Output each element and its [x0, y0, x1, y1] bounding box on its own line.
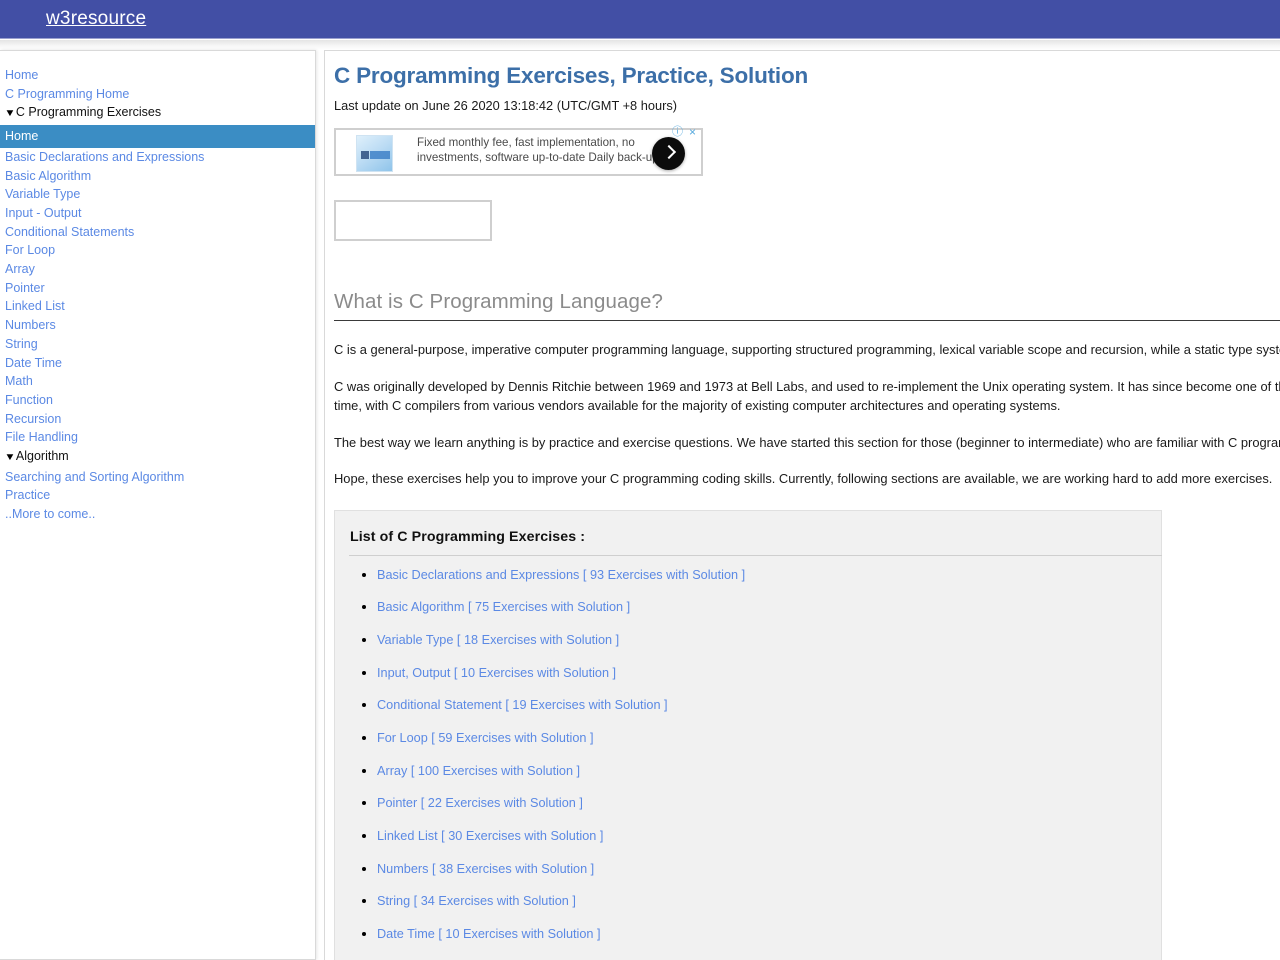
header-shadow-strip: [0, 40, 1280, 50]
exercise-links-list: Basic Declarations and Expressions [ 93 …: [349, 567, 1141, 960]
last-update-text: Last update on June 26 2020 13:18:42 (UT…: [334, 98, 678, 113]
sidebar-item--more-to-come-[interactable]: ..More to come..: [0, 505, 315, 524]
sidebar-item-string[interactable]: String: [0, 335, 315, 354]
page-title: C Programming Exercises, Practice, Solut…: [334, 63, 809, 88]
sidebar-group-algorithm[interactable]: ▼Algorithm: [0, 447, 315, 468]
sidebar-item-home[interactable]: Home: [0, 66, 315, 85]
exercise-link[interactable]: Date Time [ 10 Exercises with Solution ]: [377, 927, 601, 941]
ad-advertiser-logo: [356, 135, 393, 172]
exercise-link[interactable]: Numbers [ 38 Exercises with Solution ]: [377, 862, 594, 876]
exercise-link[interactable]: String [ 34 Exercises with Solution ]: [377, 894, 576, 908]
caret-down-icon: ▼: [4, 452, 16, 464]
sidebar-item-linked-list[interactable]: Linked List: [0, 297, 315, 316]
sidebar-item-home-active[interactable]: Home: [0, 125, 315, 148]
sidebar-group-label: C Programming Exercises: [15, 105, 162, 120]
exercise-heading-divider: [349, 554, 1162, 556]
sidebar-item-practice[interactable]: Practice: [0, 486, 315, 505]
exercise-list-heading: List of C Programming Exercises :: [350, 528, 586, 545]
section-heading: What is C Programming Language?: [334, 290, 663, 313]
ad-close-icon[interactable]: ×: [689, 126, 696, 138]
ad-body-text: Fixed monthly fee, fast implementation, …: [417, 136, 665, 164]
sidebar-item-function[interactable]: Function: [0, 391, 315, 410]
exercise-list-item: Array [ 100 Exercises with Solution ]: [377, 763, 1141, 779]
sidebar-item-basic-algorithm[interactable]: Basic Algorithm: [0, 167, 315, 186]
exercise-link[interactable]: Basic Algorithm [ 75 Exercises with Solu…: [377, 600, 630, 614]
exercise-list-item: Basic Algorithm [ 75 Exercises with Solu…: [377, 599, 1141, 615]
exercise-list-item: Conditional Statement [ 19 Exercises wit…: [377, 697, 1141, 713]
sidebar-navigation: Home C Programming Home ▼C Programming Exe…: [0, 50, 316, 960]
sidebar-group-c-programming-exercises[interactable]: ▼C Programming Exercises: [0, 103, 315, 124]
sidebar-item-file-handling[interactable]: File Handling: [0, 428, 315, 447]
intro-paragraph-2: C was originally developed by Dennis Rit…: [334, 378, 1280, 414]
site-logo-w3resource[interactable]: w3resource: [46, 8, 146, 30]
intro-paragraph-3: The best way we learn anything is by pra…: [334, 434, 1280, 450]
sidebar-item-input-output[interactable]: Input - Output: [0, 204, 315, 223]
sidebar-item-c-programming-home[interactable]: C Programming Home: [0, 85, 315, 104]
ad-cta-arrow-button[interactable]: [652, 137, 685, 170]
sidebar-item-for-loop[interactable]: For Loop: [0, 241, 315, 260]
exercise-list-item: Linked List [ 30 Exercises with Solution…: [377, 828, 1141, 844]
exercise-list-item: Date Time [ 10 Exercises with Solution ]: [377, 926, 1141, 942]
exercise-list-item: Variable Type [ 18 Exercises with Soluti…: [377, 632, 1141, 648]
exercise-list-panel: List of C Programming Exercises : Basic …: [334, 509, 1162, 960]
exercise-link[interactable]: Pointer [ 22 Exercises with Solution ]: [377, 796, 583, 810]
exercise-link[interactable]: For Loop [ 59 Exercises with Solution ]: [377, 731, 594, 745]
exercise-list-item: For Loop [ 59 Exercises with Solution ]: [377, 730, 1141, 746]
secondary-ad-slot[interactable]: [334, 200, 492, 241]
site-header-bar: w3resource: [0, 0, 1280, 39]
sidebar-item-list: Home C Programming Home ▼C Programming Exe…: [0, 51, 315, 524]
sidebar-item-searching-and-sorting-algorithm[interactable]: Searching and Sorting Algorithm: [0, 468, 315, 487]
exercise-link[interactable]: Variable Type [ 18 Exercises with Soluti…: [377, 633, 619, 647]
exercise-link[interactable]: Input, Output [ 10 Exercises with Soluti…: [377, 666, 616, 680]
sidebar-group-label: Algorithm: [15, 449, 69, 464]
exercise-list-item: Basic Declarations and Expressions [ 93 …: [377, 567, 1141, 583]
ad-info-icon[interactable]: ⓘ: [672, 127, 683, 138]
caret-down-icon: ▼: [4, 108, 16, 120]
chevron-right-icon: [661, 144, 677, 160]
intro-paragraph-4: Hope, these exercises help you to improv…: [334, 471, 1273, 486]
section-divider: [334, 320, 1280, 321]
sidebar-item-array[interactable]: Array: [0, 260, 315, 279]
sidebar-item-date-time[interactable]: Date Time: [0, 354, 315, 373]
exercise-link[interactable]: Linked List [ 30 Exercises with Solution…: [377, 829, 603, 843]
sidebar-item-variable-type[interactable]: Variable Type: [0, 185, 315, 204]
main-content-panel: C Programming Exercises, Practice, Solut…: [324, 50, 1280, 960]
sidebar-item-pointer[interactable]: Pointer: [0, 279, 315, 298]
exercise-link[interactable]: Array [ 100 Exercises with Solution ]: [377, 764, 580, 778]
exercise-list-item: Input, Output [ 10 Exercises with Soluti…: [377, 665, 1141, 681]
sidebar-item-numbers[interactable]: Numbers: [0, 316, 315, 335]
exercise-list-item: Numbers [ 38 Exercises with Solution ]: [377, 861, 1141, 877]
sidebar-item-conditional-statements[interactable]: Conditional Statements: [0, 223, 315, 242]
exercise-link[interactable]: Basic Declarations and Expressions [ 93 …: [377, 568, 745, 582]
sidebar-item-basic-declarations-and-expressions[interactable]: Basic Declarations and Expressions: [0, 148, 315, 167]
sidebar-item-math[interactable]: Math: [0, 372, 315, 391]
advertisement-banner[interactable]: Fixed monthly fee, fast implementation, …: [334, 126, 703, 176]
exercise-list-item: Pointer [ 22 Exercises with Solution ]: [377, 795, 1141, 811]
intro-paragraph-1: C is a general-purpose, imperative compu…: [334, 342, 1280, 357]
exercise-list-item: String [ 34 Exercises with Solution ]: [377, 893, 1141, 909]
sidebar-item-recursion[interactable]: Recursion: [0, 410, 315, 429]
exercise-link[interactable]: Conditional Statement [ 19 Exercises wit…: [377, 698, 668, 712]
